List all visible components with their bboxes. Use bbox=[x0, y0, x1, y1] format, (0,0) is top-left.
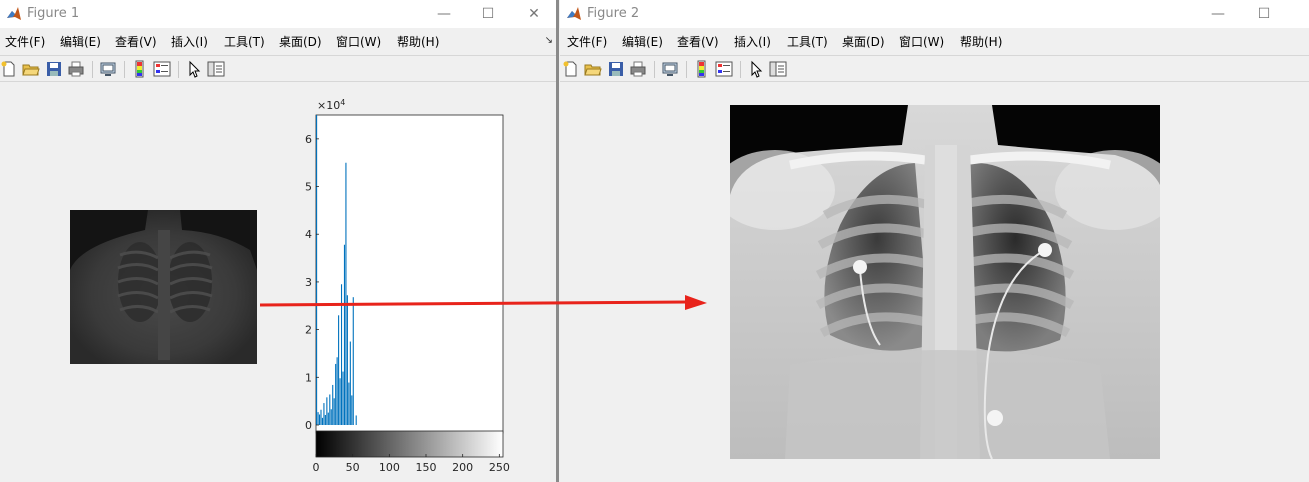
y-tick-label: 5 bbox=[305, 181, 312, 194]
x-tick-label: 0 bbox=[313, 461, 320, 474]
figure-2-canvas bbox=[560, 83, 1309, 482]
menu-help[interactable]: 帮助(H) bbox=[397, 33, 439, 50]
intensity-colorbar bbox=[315, 430, 504, 458]
menu-insert[interactable]: 插入(I) bbox=[171, 33, 208, 50]
edit-plot-arrow-icon[interactable] bbox=[185, 60, 203, 78]
y-tick-label: 4 bbox=[305, 228, 312, 241]
y-exponent-label: ×104 bbox=[317, 98, 345, 112]
link-plot-icon[interactable] bbox=[661, 60, 679, 78]
x-tick-label: 50 bbox=[346, 461, 360, 474]
menu-file[interactable]: 文件(F) bbox=[5, 33, 45, 50]
maximize-button[interactable]: ☐ bbox=[1241, 0, 1287, 28]
histogram-chart: 0 1 2 3 4 5 6 ×104 0 50 100 150 200 250 bbox=[305, 98, 510, 474]
menu-tools[interactable]: 工具(T) bbox=[224, 33, 265, 50]
minimize-button[interactable]: — bbox=[1195, 0, 1241, 28]
matlab-icon bbox=[7, 7, 21, 20]
annotation-arrow bbox=[259, 295, 707, 310]
save-icon[interactable] bbox=[607, 60, 625, 78]
figure-toolbar bbox=[0, 55, 557, 82]
menu-desktop[interactable]: 桌面(D) bbox=[842, 33, 885, 50]
menu-file[interactable]: 文件(F) bbox=[567, 33, 607, 50]
title-bar[interactable]: Figure 2 — ☐ bbox=[560, 0, 1309, 28]
menu-window[interactable]: 窗口(W) bbox=[336, 33, 381, 50]
window-title: Figure 1 bbox=[27, 6, 80, 21]
new-figure-icon[interactable] bbox=[562, 60, 580, 78]
save-icon[interactable] bbox=[45, 60, 63, 78]
menu-edit[interactable]: 编辑(E) bbox=[60, 33, 101, 50]
property-inspector-icon[interactable] bbox=[207, 60, 225, 78]
menu-bar: 文件(F) 编辑(E) 查看(V) 插入(I) 工具(T) 桌面(D) 窗口(W… bbox=[0, 30, 557, 52]
x-tick-label: 150 bbox=[416, 461, 437, 474]
toolbar-separator bbox=[124, 61, 125, 78]
insert-colorbar-icon[interactable] bbox=[131, 60, 149, 78]
matlab-icon bbox=[567, 7, 581, 20]
close-button[interactable]: ✕ bbox=[511, 0, 557, 28]
open-file-icon[interactable] bbox=[584, 60, 602, 78]
property-inspector-icon[interactable] bbox=[769, 60, 787, 78]
dock-arrow-icon[interactable]: ↘ bbox=[545, 35, 553, 46]
open-file-icon[interactable] bbox=[22, 60, 40, 78]
print-icon[interactable] bbox=[629, 60, 647, 78]
toolbar-separator bbox=[654, 61, 655, 78]
print-icon[interactable] bbox=[67, 60, 85, 78]
x-tick-label: 200 bbox=[452, 461, 473, 474]
menu-insert[interactable]: 插入(I) bbox=[734, 33, 771, 50]
toolbar-separator bbox=[92, 61, 93, 78]
y-tick-label: 6 bbox=[305, 133, 312, 146]
x-tick-label: 100 bbox=[379, 461, 400, 474]
link-plot-icon[interactable] bbox=[99, 60, 117, 78]
menu-window[interactable]: 窗口(W) bbox=[899, 33, 944, 50]
menu-view[interactable]: 查看(V) bbox=[677, 33, 719, 50]
window-title: Figure 2 bbox=[587, 6, 640, 21]
menu-view[interactable]: 查看(V) bbox=[115, 33, 157, 50]
y-tick-label: 3 bbox=[305, 276, 312, 289]
toolbar-separator bbox=[178, 61, 179, 78]
menu-edit[interactable]: 编辑(E) bbox=[622, 33, 663, 50]
y-tick-label: 2 bbox=[305, 324, 312, 337]
menu-tools[interactable]: 工具(T) bbox=[787, 33, 828, 50]
figure-1-window[interactable]: Figure 1 — ☐ ✕ 文件(F) 编辑(E) 查看(V) 插入(I) 工… bbox=[0, 0, 557, 482]
y-tick-label: 1 bbox=[305, 371, 312, 384]
figure-toolbar bbox=[560, 55, 1309, 82]
insert-legend-icon[interactable] bbox=[153, 60, 171, 78]
original-xray-image bbox=[70, 210, 257, 364]
insert-colorbar-icon[interactable] bbox=[693, 60, 711, 78]
new-figure-icon[interactable] bbox=[0, 60, 18, 78]
menu-desktop[interactable]: 桌面(D) bbox=[279, 33, 322, 50]
figure-1-canvas: 0 1 2 3 4 5 6 ×104 0 50 100 150 200 250 bbox=[0, 83, 557, 482]
equalized-xray-image bbox=[730, 105, 1160, 459]
insert-legend-icon[interactable] bbox=[715, 60, 733, 78]
figure-2-window[interactable]: Figure 2 — ☐ 文件(F) 编辑(E) 查看(V) 插入(I) 工具(… bbox=[560, 0, 1309, 482]
edit-plot-arrow-icon[interactable] bbox=[747, 60, 765, 78]
y-tick-label: 0 bbox=[305, 419, 312, 432]
menu-help[interactable]: 帮助(H) bbox=[960, 33, 1002, 50]
title-bar[interactable]: Figure 1 — ☐ ✕ bbox=[0, 0, 557, 28]
maximize-button[interactable]: ☐ bbox=[465, 0, 511, 28]
x-tick-label: 250 bbox=[489, 461, 510, 474]
window-divider bbox=[556, 0, 559, 482]
toolbar-separator bbox=[686, 61, 687, 78]
menu-bar: 文件(F) 编辑(E) 查看(V) 插入(I) 工具(T) 桌面(D) 窗口(W… bbox=[560, 30, 1309, 52]
minimize-button[interactable]: — bbox=[421, 0, 467, 28]
toolbar-separator bbox=[740, 61, 741, 78]
